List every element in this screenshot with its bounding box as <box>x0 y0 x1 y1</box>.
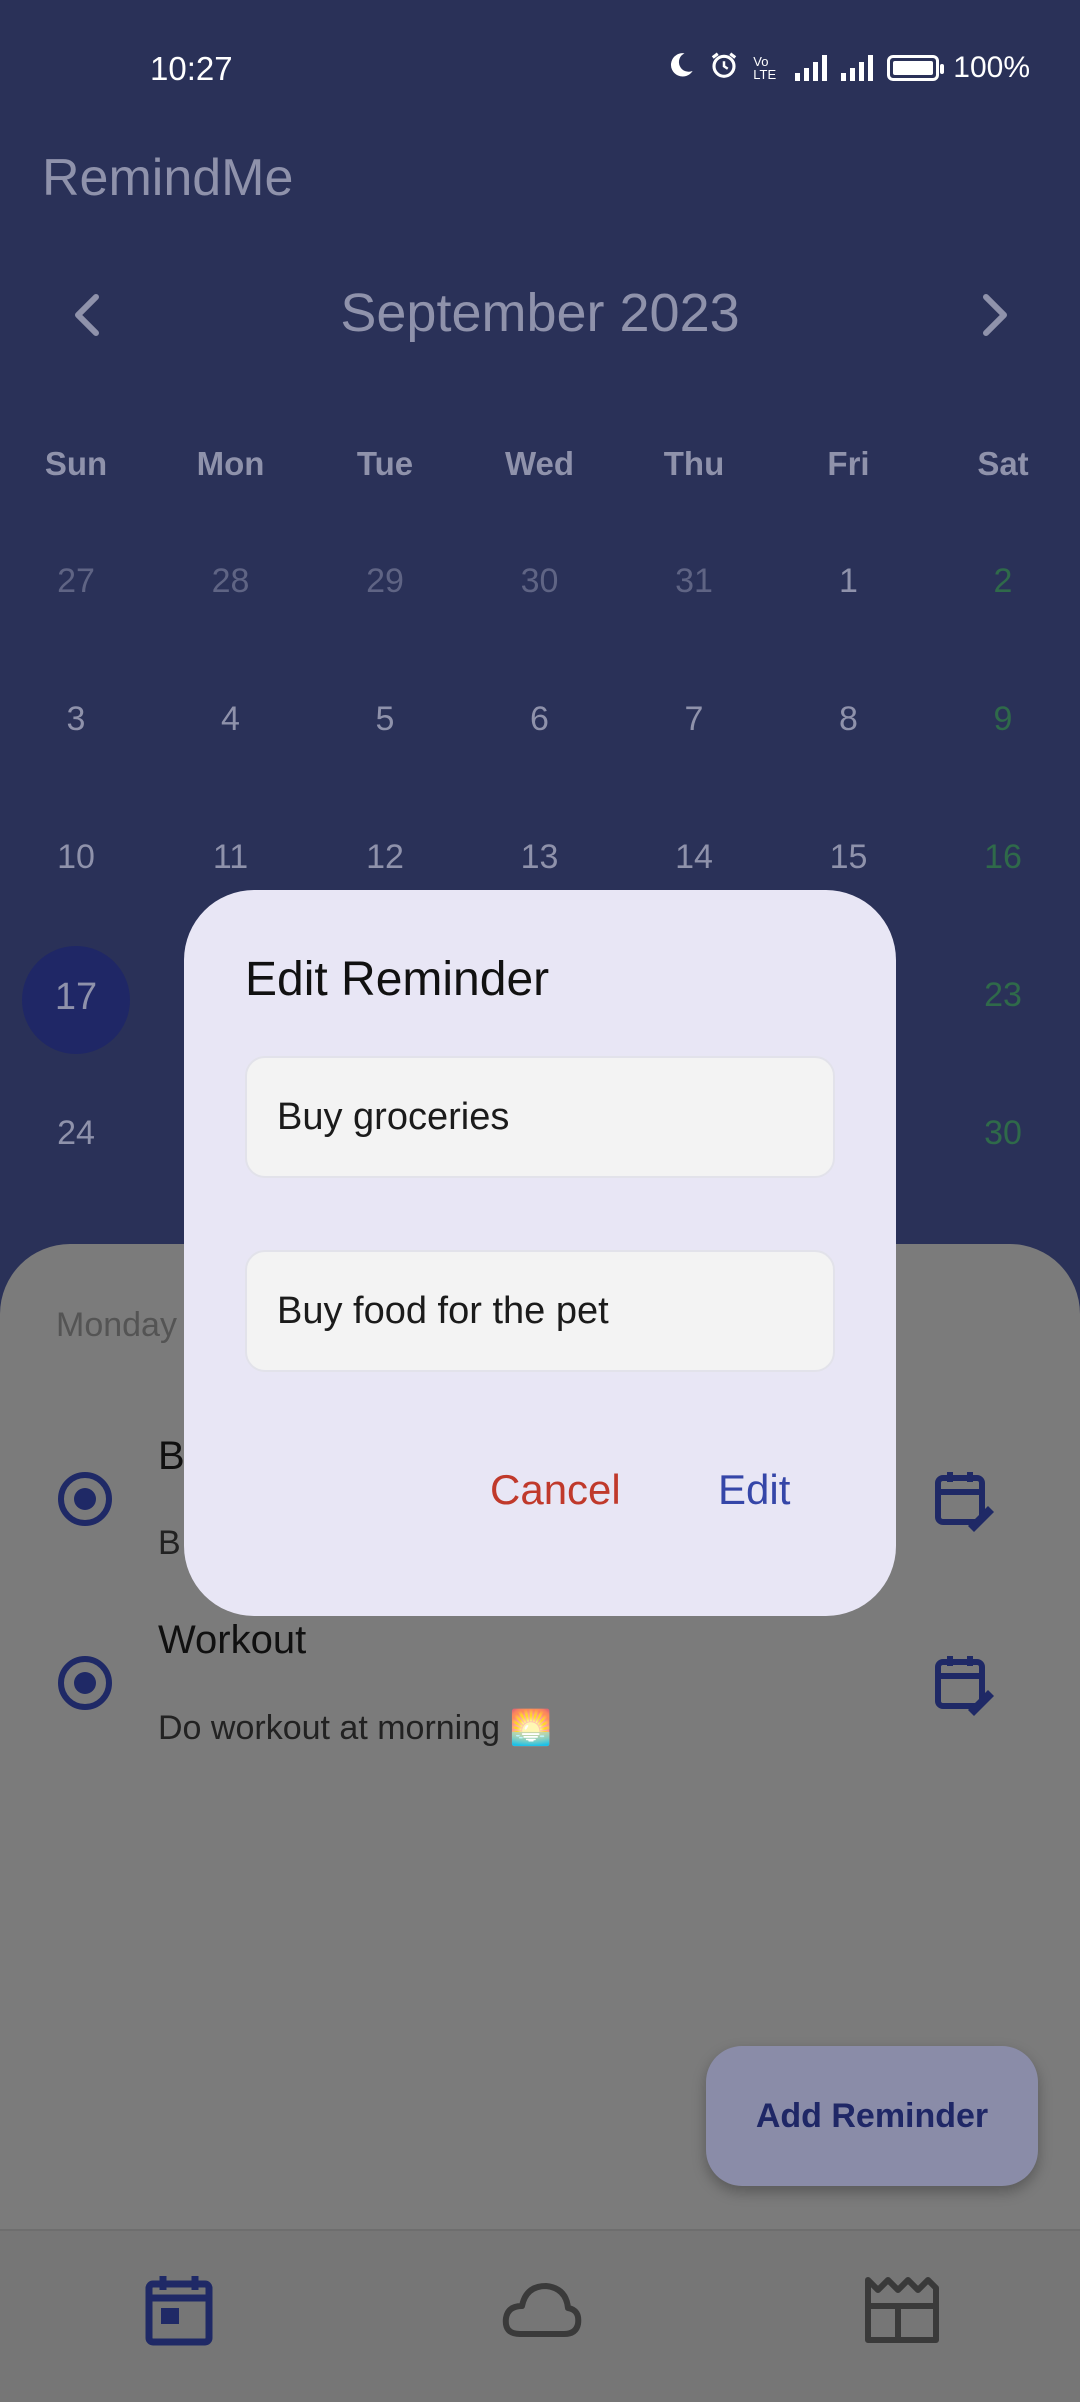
moon-icon <box>667 51 695 85</box>
calendar-day[interactable]: 13 <box>480 838 600 877</box>
calendar-day-selected[interactable]: 17 <box>16 976 136 1019</box>
status-icons: Vo LTE 100% <box>667 50 1030 86</box>
weekday-label: Sun <box>44 445 108 482</box>
chevron-right-icon[interactable] <box>970 285 1020 345</box>
calendar-day[interactable]: 4 <box>171 700 291 739</box>
calendar-day[interactable]: 30 <box>480 562 600 601</box>
month-label: September 2023 <box>340 283 740 343</box>
reminder-description-field[interactable]: Buy food for the pet <box>245 1250 835 1372</box>
calendar-day[interactable]: 9 <box>943 700 1063 739</box>
edit-calendar-icon[interactable] <box>934 1652 994 1716</box>
calendar-day[interactable]: 23 <box>943 976 1063 1015</box>
reminder-title: B <box>158 1434 185 1478</box>
calendar-day[interactable]: 29 <box>325 562 445 601</box>
calendar-day[interactable]: 15 <box>789 838 909 877</box>
reminder-title: Workout <box>158 1618 307 1662</box>
news-icon[interactable] <box>862 2270 942 2350</box>
calendar-day[interactable]: 11 <box>171 838 291 877</box>
edit-calendar-icon[interactable] <box>934 1468 994 1532</box>
weekday-label: Sat <box>977 445 1029 482</box>
weekday-label: Wed <box>504 445 575 482</box>
calendar-day[interactable]: 27 <box>16 562 136 601</box>
calendar-day[interactable]: 10 <box>16 838 136 877</box>
calendar-day[interactable]: 12 <box>325 838 445 877</box>
weekday-label: Tue <box>356 445 414 482</box>
calendar-icon[interactable] <box>141 2270 221 2350</box>
reminder-subtitle: Do workout at morning 🌅 <box>158 1709 552 1747</box>
calendar-day[interactable]: 7 <box>634 700 754 739</box>
cloud-icon[interactable] <box>500 2270 582 2350</box>
add-reminder-button[interactable]: Add Reminder <box>706 2046 1038 2186</box>
calendar-day[interactable]: 2 <box>943 562 1063 601</box>
volte-icon: Vo LTE <box>753 54 777 82</box>
weekday-label: Fri <box>827 445 870 482</box>
calendar-day[interactable]: 3 <box>16 700 136 739</box>
cancel-button[interactable]: Cancel <box>490 1466 621 1514</box>
calendar-day[interactable]: 24 <box>16 1114 136 1153</box>
reminder-radio[interactable] <box>58 1472 112 1526</box>
app-title: RemindMe <box>42 149 294 207</box>
calendar-day[interactable]: 8 <box>789 700 909 739</box>
calendar-day[interactable]: 5 <box>325 700 445 739</box>
status-time: 10:27 <box>150 50 233 87</box>
calendar-day[interactable]: 28 <box>171 562 291 601</box>
signal-icon <box>795 55 828 81</box>
signal-icon <box>841 55 874 81</box>
weekday-label: Mon <box>196 445 265 482</box>
calendar-day[interactable]: 31 <box>634 562 754 601</box>
calendar-day[interactable]: 16 <box>943 838 1063 877</box>
sheet-date-label: Monday <box>56 1306 177 1344</box>
calendar-day[interactable]: 14 <box>634 838 754 877</box>
weekday-label: Thu <box>663 445 725 482</box>
battery-percent: 100% <box>953 51 1030 84</box>
edit-button[interactable]: Edit <box>718 1466 790 1514</box>
reminder-subtitle: B <box>158 1524 181 1562</box>
battery-icon <box>887 55 945 81</box>
reminder-title-field[interactable]: Buy groceries <box>245 1056 835 1178</box>
calendar-day[interactable]: 30 <box>943 1114 1063 1153</box>
calendar-day[interactable]: 1 <box>789 562 909 601</box>
calendar-day[interactable]: 6 <box>480 700 600 739</box>
alarm-icon <box>709 50 739 86</box>
reminder-radio[interactable] <box>58 1656 112 1710</box>
dialog-title: Edit Reminder <box>245 953 550 1006</box>
